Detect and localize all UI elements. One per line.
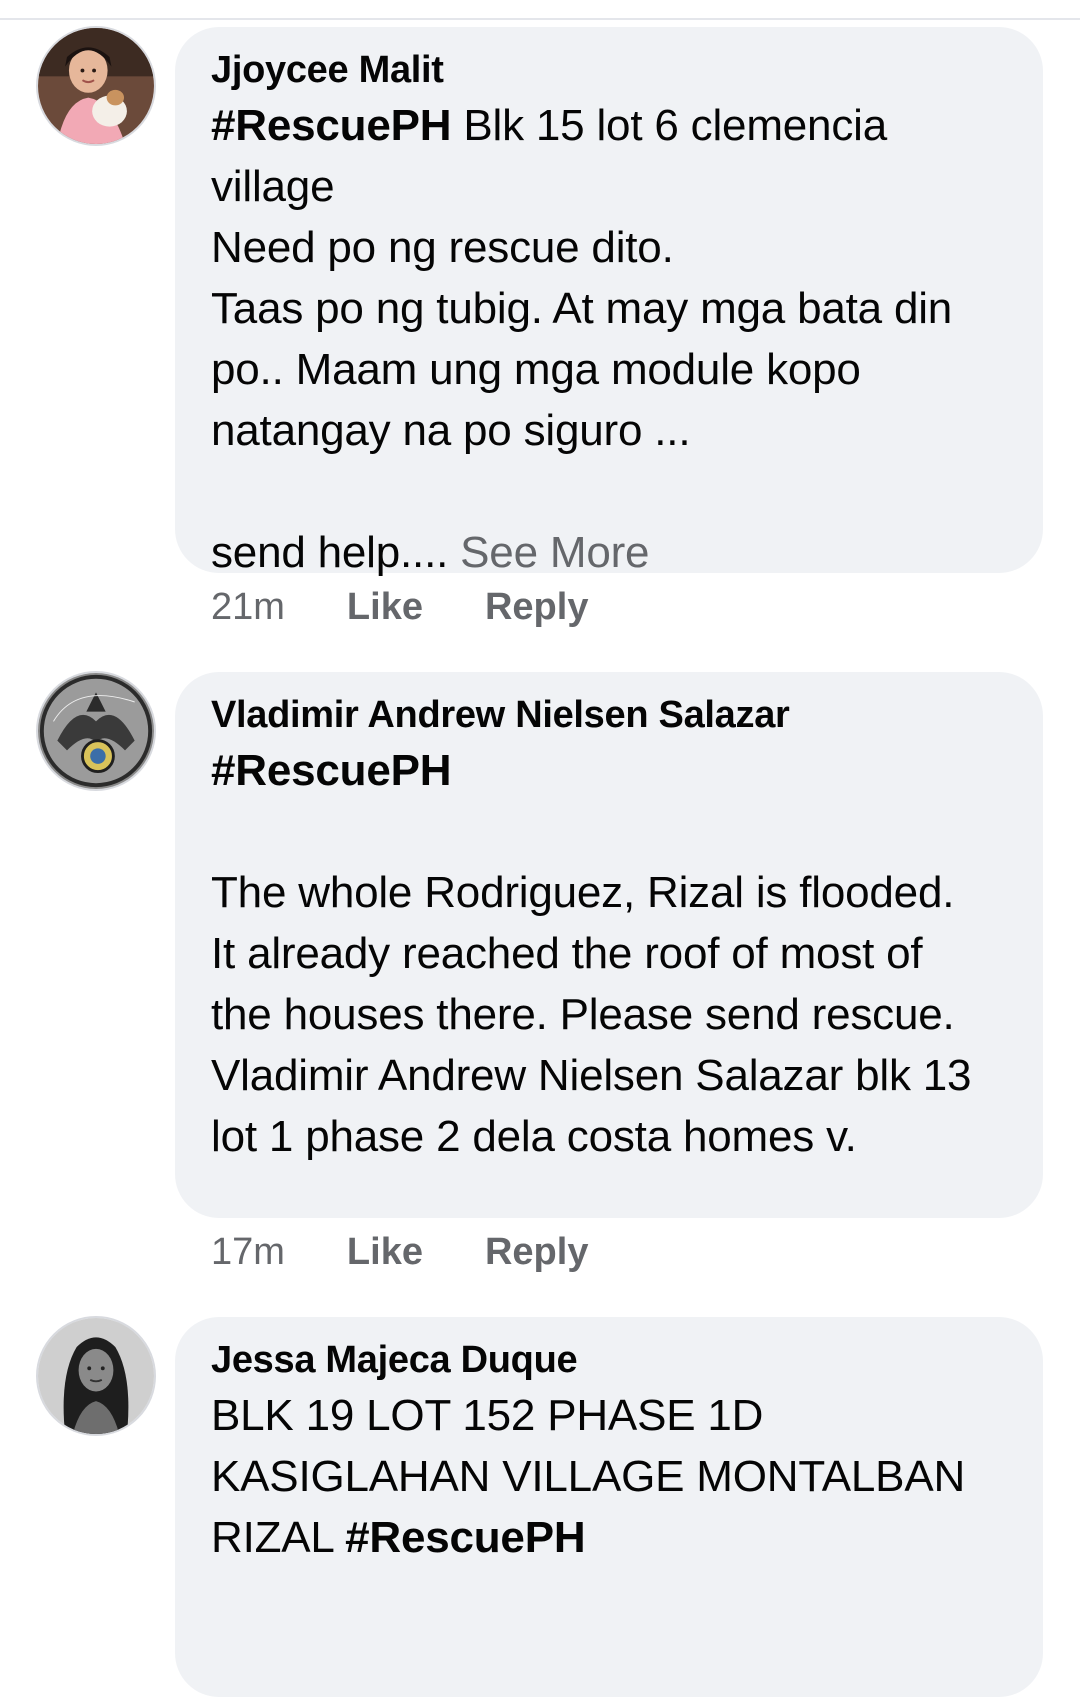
comment-body: The whole Rodriguez, Rizal is flooded. I… <box>211 868 972 1161</box>
reply-button[interactable]: Reply <box>485 1231 588 1274</box>
see-more-link[interactable]: See More <box>448 528 649 577</box>
comment-bubble: Jessa Majeca Duque BLK 19 LOT 152 PHASE … <box>175 1317 1043 1697</box>
comment-bubble: Jjoycee Malit #RescuePH Blk 15 lot 6 cle… <box>175 27 1043 577</box>
reply-button[interactable]: Reply <box>485 586 588 629</box>
comment-body: BLK 19 LOT 152 PHASE 1D KASIGLAHAN VILLA… <box>211 1391 978 1562</box>
like-button[interactable]: Like <box>347 1231 423 1274</box>
avatar[interactable] <box>36 1316 156 1436</box>
avatar-logo-icon <box>38 673 154 789</box>
avatar[interactable] <box>36 26 156 146</box>
comment-timestamp[interactable]: 17m <box>211 1231 285 1274</box>
comment-timestamp[interactable]: 21m <box>211 586 285 629</box>
avatar-photo-icon <box>38 28 154 144</box>
top-divider <box>0 18 1080 20</box>
comment-author[interactable]: Jessa Majeca Duque <box>211 1335 1007 1385</box>
hashtag-link[interactable]: #RescuePH <box>211 101 452 150</box>
comment-actions: 17m Like Reply <box>211 1231 588 1274</box>
comment-author[interactable]: Jjoycee Malit <box>211 45 1007 95</box>
comment-text: BLK 19 LOT 152 PHASE 1D KASIGLAHAN VILLA… <box>211 1385 981 1568</box>
comment-bubble: Vladimir Andrew Nielsen Salazar #RescueP… <box>175 672 1043 1218</box>
hashtag-link[interactable]: #RescuePH <box>345 1513 586 1562</box>
avatar-photo-icon <box>38 1318 154 1434</box>
comment-text: #RescuePH Blk 15 lot 6 clemencia village… <box>211 95 971 583</box>
comment-text: #RescuePH The whole Rodriguez, Rizal is … <box>211 740 981 1167</box>
comment-author[interactable]: Vladimir Andrew Nielsen Salazar <box>211 690 1007 740</box>
comment-body: Blk 15 lot 6 clemencia village Need po n… <box>211 101 953 577</box>
comment-actions: 21m Like Reply <box>211 586 588 629</box>
hashtag-link[interactable]: #RescuePH <box>211 746 452 795</box>
avatar[interactable] <box>36 671 156 791</box>
like-button[interactable]: Like <box>347 586 423 629</box>
